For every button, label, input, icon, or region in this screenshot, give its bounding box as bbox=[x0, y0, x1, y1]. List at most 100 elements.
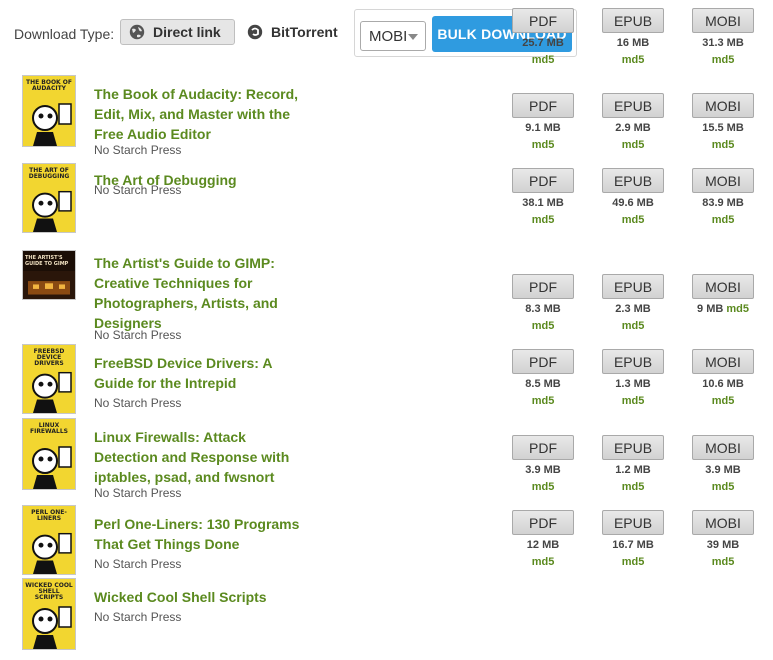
epub-download-button[interactable]: EPUB bbox=[602, 435, 664, 460]
format-pdf: PDF 12 MB md5 bbox=[512, 510, 574, 568]
file-size: 83.9 MB bbox=[702, 197, 744, 209]
epub-download-button[interactable]: EPUB bbox=[602, 349, 664, 374]
format-mobi: MOBI 10.6 MB md5 bbox=[692, 349, 754, 407]
format-pdf: PDF 8.3 MB md5 bbox=[512, 274, 574, 332]
file-size: 16 MB bbox=[616, 37, 650, 49]
md5-link[interactable]: md5 bbox=[512, 481, 574, 493]
format-pdf: PDF 25.7 MB md5 bbox=[512, 8, 574, 66]
chevron-down-icon bbox=[408, 34, 418, 40]
file-size: 49.6 MB bbox=[612, 197, 654, 209]
pdf-download-button[interactable]: PDF bbox=[512, 168, 574, 193]
md5-link[interactable]: md5 bbox=[512, 556, 574, 568]
mobi-download-button[interactable]: MOBI bbox=[692, 93, 754, 118]
cover-illustration bbox=[23, 271, 75, 299]
file-size: 9.1 MB bbox=[525, 122, 561, 134]
format-mobi: MOBI 15.5 MB md5 bbox=[692, 93, 754, 151]
cover-illustration bbox=[32, 190, 72, 232]
md5-link[interactable]: md5 bbox=[512, 395, 574, 407]
md5-link[interactable]: md5 bbox=[692, 54, 754, 66]
md5-link[interactable]: md5 bbox=[512, 214, 574, 226]
md5-link[interactable]: md5 bbox=[602, 54, 664, 66]
pdf-download-button[interactable]: PDF bbox=[512, 8, 574, 33]
mobi-download-button[interactable]: MOBI bbox=[692, 168, 754, 193]
file-size: 16.7 MB bbox=[612, 539, 654, 551]
format-select-value: MOBI bbox=[369, 27, 408, 45]
pdf-download-button[interactable]: PDF bbox=[512, 274, 574, 299]
md5-link[interactable]: md5 bbox=[692, 556, 754, 568]
book-cover[interactable]: THE BOOK OF AUDACITY bbox=[22, 75, 76, 147]
format-epub: EPUB 1.2 MB md5 bbox=[602, 435, 664, 493]
cover-illustration bbox=[32, 532, 72, 574]
md5-link[interactable]: md5 bbox=[602, 214, 664, 226]
epub-download-button[interactable]: EPUB bbox=[602, 8, 664, 33]
mobi-download-button[interactable]: MOBI bbox=[692, 435, 754, 460]
book-cover-title: PERL ONE-LINERS bbox=[31, 509, 67, 522]
pdf-download-button[interactable]: PDF bbox=[512, 435, 574, 460]
mobi-download-button[interactable]: MOBI bbox=[692, 510, 754, 535]
format-mobi: MOBI 83.9 MB md5 bbox=[692, 168, 754, 226]
format-pdf: PDF 8.5 MB md5 bbox=[512, 349, 574, 407]
book-cover[interactable]: FREEBSD DEVICE DRIVERS bbox=[22, 344, 76, 414]
file-size: 3.9 MB bbox=[525, 464, 561, 476]
book-title-link[interactable]: Linux Firewalls: Attack Detection and Re… bbox=[94, 427, 300, 487]
book-cover[interactable]: WICKED COOL SHELL SCRIPTS bbox=[22, 578, 76, 650]
format-select[interactable]: MOBI bbox=[360, 21, 426, 51]
epub-download-button[interactable]: EPUB bbox=[602, 168, 664, 193]
cover-illustration bbox=[32, 371, 72, 413]
book-cover[interactable]: PERL ONE-LINERS bbox=[22, 505, 76, 575]
book-cover[interactable]: LINUX FIREWALLS bbox=[22, 418, 76, 490]
file-size: 39 MB bbox=[706, 539, 740, 551]
mobi-download-button[interactable]: MOBI bbox=[692, 8, 754, 33]
md5-link[interactable]: md5 bbox=[602, 556, 664, 568]
book-title-link[interactable]: Wicked Cool Shell Scripts bbox=[94, 587, 300, 607]
book-cover[interactable]: THE ARTIST'S GUIDE TO GIMP bbox=[22, 250, 76, 300]
md5-link[interactable]: md5 bbox=[602, 395, 664, 407]
epub-download-button[interactable]: EPUB bbox=[602, 274, 664, 299]
book-publisher: No Starch Press bbox=[94, 183, 182, 197]
bittorrent-option[interactable]: BitTorrent bbox=[245, 19, 355, 45]
book-publisher: No Starch Press bbox=[94, 557, 182, 571]
file-size: 38.1 MB bbox=[522, 197, 564, 209]
book-publisher: No Starch Press bbox=[94, 328, 182, 342]
format-epub: EPUB 49.6 MB md5 bbox=[602, 168, 664, 226]
book-title-link[interactable]: FreeBSD Device Drivers: A Guide for the … bbox=[94, 353, 300, 393]
file-size-value: 9 MB bbox=[697, 303, 724, 315]
format-pdf: PDF 38.1 MB md5 bbox=[512, 168, 574, 226]
md5-link[interactable]: md5 bbox=[692, 395, 754, 407]
format-pdf: PDF 9.1 MB md5 bbox=[512, 93, 574, 151]
md5-link[interactable]: md5 bbox=[512, 320, 574, 332]
file-size: 9 MB md5 bbox=[692, 303, 754, 317]
format-pdf: PDF 3.9 MB md5 bbox=[512, 435, 574, 493]
book-title-link[interactable]: Perl One-Liners: 130 Programs That Get T… bbox=[94, 514, 300, 554]
cover-illustration bbox=[32, 446, 72, 489]
book-cover[interactable]: THE ART OF DEBUGGING bbox=[22, 163, 76, 233]
file-size: 12 MB bbox=[526, 539, 560, 551]
format-epub: EPUB 2.3 MB md5 bbox=[602, 274, 664, 332]
direct-link-option[interactable]: Direct link bbox=[120, 19, 235, 45]
format-epub: EPUB 16 MB md5 bbox=[602, 8, 664, 66]
md5-link[interactable]: md5 bbox=[692, 139, 754, 151]
book-title-link[interactable]: The Book of Audacity: Record, Edit, Mix,… bbox=[94, 84, 300, 144]
md5-link[interactable]: md5 bbox=[692, 214, 754, 226]
epub-download-button[interactable]: EPUB bbox=[602, 93, 664, 118]
cover-illustration bbox=[32, 103, 72, 146]
format-epub: EPUB 2.9 MB md5 bbox=[602, 93, 664, 151]
globe-icon bbox=[129, 24, 145, 40]
md5-link[interactable]: md5 bbox=[602, 481, 664, 493]
epub-download-button[interactable]: EPUB bbox=[602, 510, 664, 535]
md5-link[interactable]: md5 bbox=[602, 139, 664, 151]
book-cover-title: THE ART OF DEBUGGING bbox=[28, 167, 70, 180]
md5-link[interactable]: md5 bbox=[726, 303, 749, 315]
pdf-download-button[interactable]: PDF bbox=[512, 349, 574, 374]
file-size: 8.5 MB bbox=[525, 378, 561, 390]
book-title-link[interactable]: The Artist's Guide to GIMP: Creative Tec… bbox=[94, 253, 300, 333]
file-size: 10.6 MB bbox=[702, 378, 744, 390]
md5-link[interactable]: md5 bbox=[602, 320, 664, 332]
md5-link[interactable]: md5 bbox=[692, 481, 754, 493]
pdf-download-button[interactable]: PDF bbox=[512, 510, 574, 535]
pdf-download-button[interactable]: PDF bbox=[512, 93, 574, 118]
md5-link[interactable]: md5 bbox=[512, 54, 574, 66]
mobi-download-button[interactable]: MOBI bbox=[692, 349, 754, 374]
md5-link[interactable]: md5 bbox=[512, 139, 574, 151]
mobi-download-button[interactable]: MOBI bbox=[692, 274, 754, 299]
